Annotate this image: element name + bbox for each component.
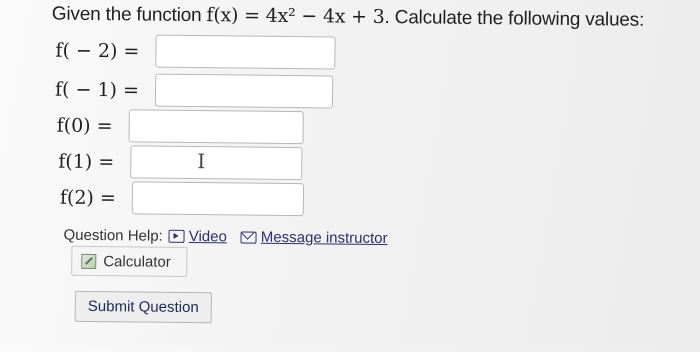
video-icon	[168, 229, 185, 243]
calculator-label: Calculator	[103, 252, 171, 271]
function-expression: f(x) = 4x² − 4x + 3	[206, 4, 385, 29]
answer-row: f( − 1) =	[54, 73, 334, 109]
answer-input-f-1[interactable]: I	[130, 145, 303, 181]
submit-question-button[interactable]: Submit Question	[74, 290, 212, 324]
calculator-icon	[81, 253, 97, 269]
question-panel: Given the function f(x) = 4x² − 4x + 3. …	[0, 0, 700, 352]
answer-row: f(0) =	[57, 109, 304, 145]
answer-label: f( − 1) =	[54, 78, 140, 101]
answer-label: f( − 2) =	[55, 39, 140, 62]
question-help: Question Help: Video Message instructor	[63, 227, 387, 247]
video-link-label: Video	[188, 227, 227, 246]
answer-label: f(2) =	[59, 186, 116, 209]
answer-input-f-2[interactable]	[131, 181, 305, 217]
prompt-suffix: . Calculate the following values:	[384, 7, 645, 31]
answer-label: f(0) =	[56, 114, 113, 137]
message-instructor-link[interactable]: Message instructor	[240, 228, 388, 248]
answer-row: f(1) = I	[58, 145, 303, 181]
message-instructor-label: Message instructor	[260, 228, 388, 248]
answer-row: f( − 2) =	[55, 34, 336, 70]
video-link[interactable]: Video	[168, 227, 227, 246]
answer-row: f(2) =	[59, 181, 305, 217]
submit-question-label: Submit Question	[87, 297, 199, 317]
question-help-label: Question Help:	[63, 226, 163, 245]
mail-icon	[240, 231, 257, 244]
answer-label: f(1) =	[58, 150, 115, 173]
prompt-prefix: Given the function	[51, 3, 207, 27]
answer-input-f-0[interactable]	[128, 109, 304, 145]
answer-input-f-neg2[interactable]	[155, 34, 336, 70]
question-prompt: Given the function f(x) = 4x² − 4x + 3. …	[52, 3, 645, 32]
text-cursor-icon: I	[197, 149, 206, 174]
answer-input-f-neg1[interactable]	[154, 73, 334, 109]
calculator-button[interactable]: Calculator	[71, 245, 188, 277]
